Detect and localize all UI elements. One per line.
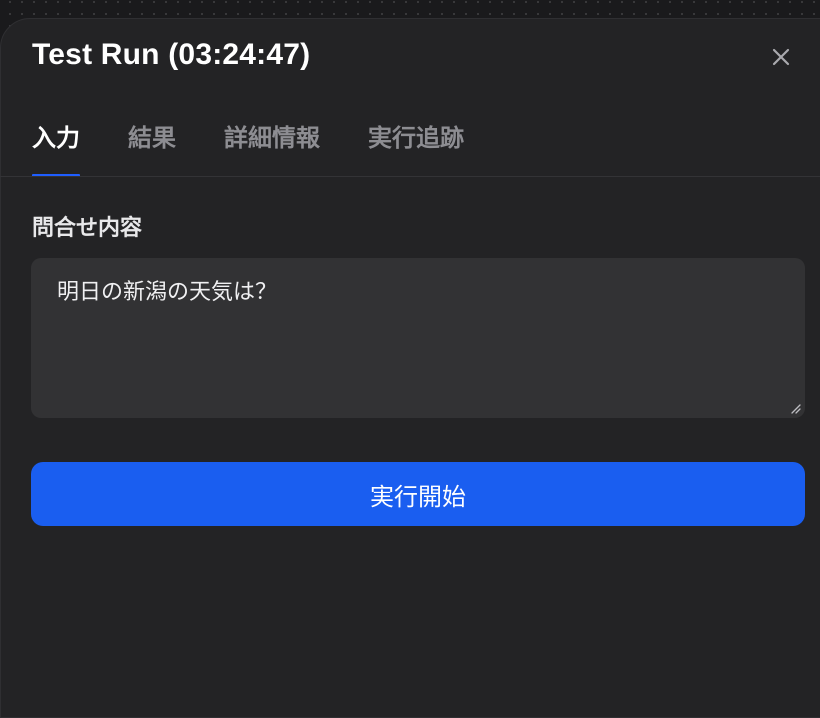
- query-textarea[interactable]: 明日の新潟の天気は？: [31, 258, 805, 418]
- dialog-title: Test Run (03:24:47): [32, 38, 311, 71]
- resize-handle-icon[interactable]: [789, 402, 801, 414]
- run-start-button[interactable]: 実行開始: [31, 462, 805, 526]
- tab-input[interactable]: 入力: [32, 114, 80, 177]
- tab-trace[interactable]: 実行追跡: [368, 114, 464, 176]
- tab-result[interactable]: 結果: [128, 114, 176, 176]
- close-icon: [772, 48, 790, 66]
- query-label: 問合せ内容: [32, 216, 143, 241]
- tab-divider: [0, 176, 820, 177]
- close-button[interactable]: [766, 42, 796, 72]
- tab-details[interactable]: 詳細情報: [224, 114, 320, 176]
- query-text: 明日の新潟の天気は？: [57, 280, 278, 305]
- tab-bar: 入力 結果 詳細情報 実行追跡: [32, 114, 512, 177]
